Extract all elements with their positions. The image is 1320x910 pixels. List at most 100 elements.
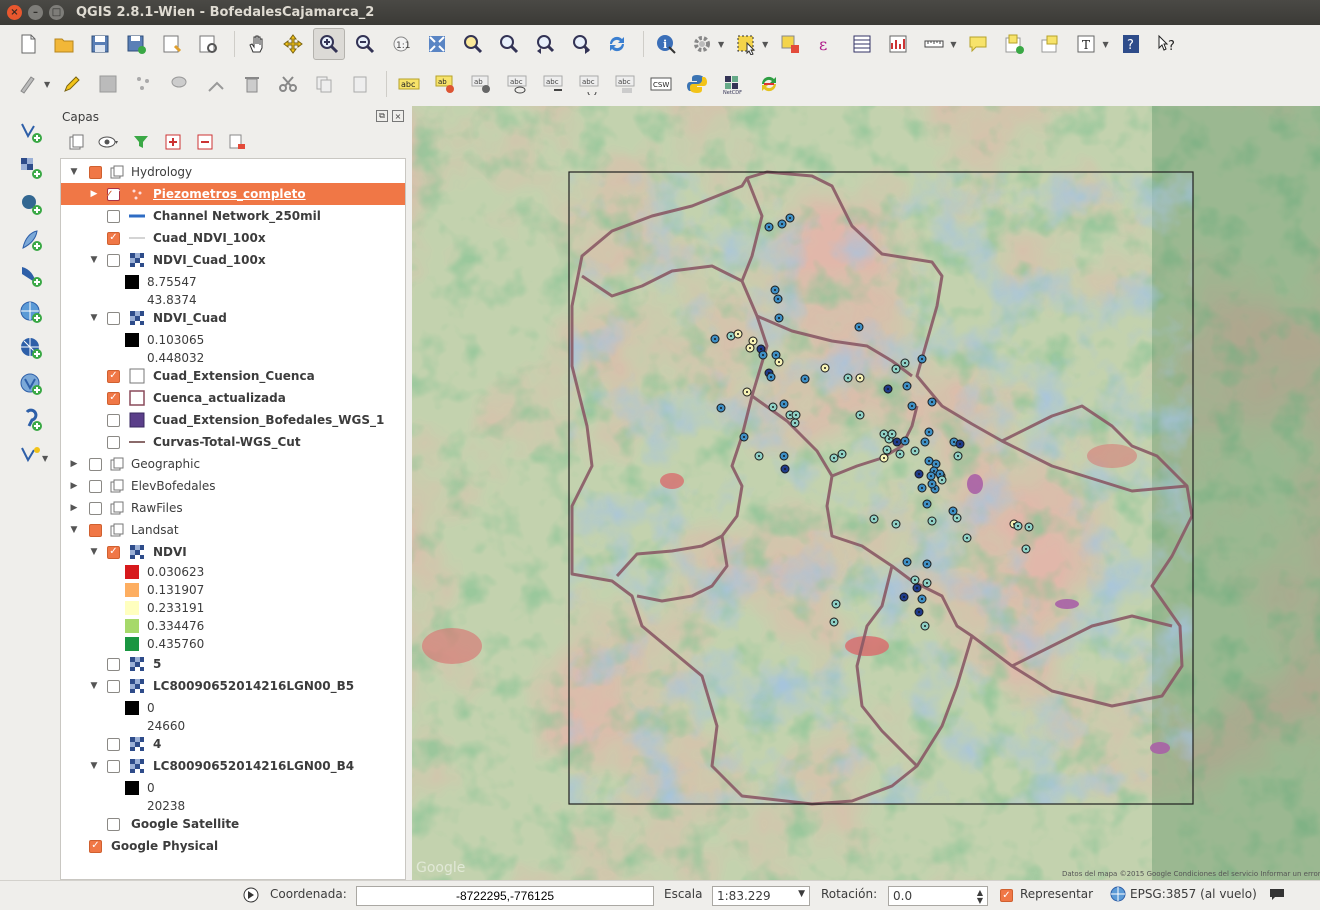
new-composer-button[interactable] [156, 28, 188, 60]
expand-arrow-icon[interactable]: ▶ [69, 503, 79, 513]
collapse-arrow-icon[interactable]: ▼ [89, 255, 99, 265]
save-project-button[interactable] [84, 28, 116, 60]
layer-checkbox[interactable] [107, 657, 120, 671]
pan-button[interactable] [241, 28, 273, 60]
layer-google-satellite[interactable]: Google Satellite [61, 813, 405, 835]
layer-group-hydrology[interactable]: ▼ Hydrology [61, 161, 405, 183]
help-button[interactable]: ? [1115, 28, 1147, 60]
csw-button[interactable]: CSW [645, 68, 677, 100]
layer-checkbox[interactable] [107, 435, 120, 449]
whats-this-button[interactable]: ? [1151, 28, 1183, 60]
filter-legend-button[interactable] [130, 132, 152, 152]
window-minimize-button[interactable]: – [28, 5, 43, 20]
layer-checkbox[interactable] [107, 369, 120, 383]
layer-labeling-button[interactable]: abc [393, 68, 425, 100]
refresh-button[interactable] [601, 28, 633, 60]
new-shapefile-button[interactable] [17, 442, 45, 470]
collapse-all-button[interactable] [194, 132, 216, 152]
pan-to-selection-button[interactable] [277, 28, 309, 60]
pin-labels-button[interactable]: ab [465, 68, 497, 100]
layer-group-geographic[interactable]: ▶ Geographic [61, 453, 405, 475]
collapse-arrow-icon[interactable]: ▼ [89, 761, 99, 771]
add-postgis-layer-button[interactable] [17, 190, 45, 218]
layer-checkbox[interactable] [107, 413, 120, 427]
cut-features-button[interactable] [272, 68, 304, 100]
chevron-down-icon[interactable]: ▼ [718, 40, 724, 49]
toggle-editing-button[interactable] [56, 68, 88, 100]
layer-cuad-ndvi[interactable]: Cuad_NDVI_100x [61, 227, 405, 249]
coordinate-field[interactable] [356, 886, 654, 906]
layer-checkbox[interactable] [107, 759, 120, 773]
map-canvas[interactable]: Datos del mapa ©2015 Google Condiciones … [412, 106, 1320, 880]
layer-ndvi[interactable]: ▼ NDVI [61, 541, 405, 563]
expand-arrow-icon[interactable]: ▶ [89, 189, 99, 199]
add-raster-layer-button[interactable] [17, 154, 45, 182]
crs-globe-icon[interactable] [1110, 886, 1126, 905]
zoom-in-button[interactable] [313, 28, 345, 60]
layer-checkbox[interactable] [107, 311, 120, 325]
zoom-full-button[interactable] [421, 28, 453, 60]
chevron-down-icon[interactable]: ▼ [42, 454, 48, 463]
window-maximize-button[interactable]: □ [49, 5, 64, 20]
chevron-down-icon[interactable]: ▼ [762, 40, 768, 49]
chevron-down-icon[interactable]: ▼ [1102, 40, 1108, 49]
add-wfs-layer-button[interactable] [17, 370, 45, 398]
digitize-button[interactable] [12, 68, 44, 100]
zoom-next-button[interactable] [565, 28, 597, 60]
panel-close-button[interactable]: × [392, 110, 404, 122]
layer-checkbox[interactable] [107, 209, 120, 223]
layer-piezometros[interactable]: ▶ ✓ Piezometros_completo [61, 183, 405, 205]
new-bookmark-button[interactable] [998, 28, 1030, 60]
add-mssql-layer-button[interactable] [17, 262, 45, 290]
window-close-button[interactable]: × [7, 5, 22, 20]
layer-cuenca-actualizada[interactable]: Cuenca_actualizada [61, 387, 405, 409]
layer-curvas[interactable]: Curvas-Total-WGS_Cut [61, 431, 405, 453]
layer-checkbox[interactable] [107, 737, 120, 751]
collapse-arrow-icon[interactable]: ▼ [69, 525, 79, 535]
layer-group-elevbofedales[interactable]: ▶ ElevBofedales [61, 475, 405, 497]
run-action-button[interactable] [686, 28, 718, 60]
spin-arrows-icon[interactable]: ▲ ▼ [977, 889, 983, 905]
layer-checkbox[interactable] [107, 253, 120, 267]
move-feature-button[interactable] [164, 68, 196, 100]
select-features-button[interactable] [730, 28, 762, 60]
crs-label[interactable]: EPSG:3857 (al vuelo) [1130, 887, 1257, 901]
layer-checkbox[interactable] [107, 817, 120, 831]
render-checkbox[interactable] [1000, 889, 1013, 902]
group-checkbox[interactable] [89, 479, 102, 493]
annotation-button[interactable] [962, 28, 994, 60]
group-checkbox[interactable] [89, 457, 102, 471]
group-checkbox[interactable] [89, 165, 102, 179]
move-label-button[interactable]: abc [537, 68, 569, 100]
show-hide-labels-button[interactable]: abc [501, 68, 533, 100]
save-edits-button[interactable] [92, 68, 124, 100]
layer-band-4[interactable]: 4 [61, 733, 405, 755]
collapse-arrow-icon[interactable]: ▼ [89, 313, 99, 323]
layer-channel-network[interactable]: Channel Network_250mil [61, 205, 405, 227]
layer-cuad-extension-cuenca[interactable]: Cuad_Extension_Cuenca [61, 365, 405, 387]
statistics-button[interactable] [882, 28, 914, 60]
zoom-selection-button[interactable] [457, 28, 489, 60]
change-label-button[interactable]: abc [609, 68, 641, 100]
add-wms-layer-button[interactable] [17, 298, 45, 326]
add-vector-layer-button[interactable] [17, 118, 45, 146]
expand-arrow-icon[interactable]: ▶ [69, 459, 79, 469]
zoom-last-button[interactable] [529, 28, 561, 60]
rotate-label-button[interactable]: abc [573, 68, 605, 100]
layer-lc-b5[interactable]: ▼ LC80090652014216LGN00_B5 [61, 675, 405, 697]
add-group-button[interactable] [66, 132, 88, 152]
measure-button[interactable] [918, 28, 950, 60]
layer-checkbox[interactable] [107, 231, 120, 245]
layer-cuad-extension-bofedales[interactable]: Cuad_Extension_Bofedales_WGS_1 [61, 409, 405, 431]
identify-button[interactable]: i [650, 28, 682, 60]
collapse-arrow-icon[interactable]: ▼ [69, 167, 79, 177]
layer-checkbox[interactable]: ✓ [105, 187, 120, 201]
group-checkbox[interactable] [89, 523, 102, 537]
scale-combo[interactable]: 1:83.229 ▼ [712, 886, 810, 906]
open-project-button[interactable] [48, 28, 80, 60]
save-as-button[interactable] [120, 28, 152, 60]
zoom-out-button[interactable] [349, 28, 381, 60]
layer-checkbox[interactable] [89, 839, 102, 853]
chevron-down-icon[interactable]: ▼ [950, 40, 956, 49]
delete-selected-button[interactable] [236, 68, 268, 100]
